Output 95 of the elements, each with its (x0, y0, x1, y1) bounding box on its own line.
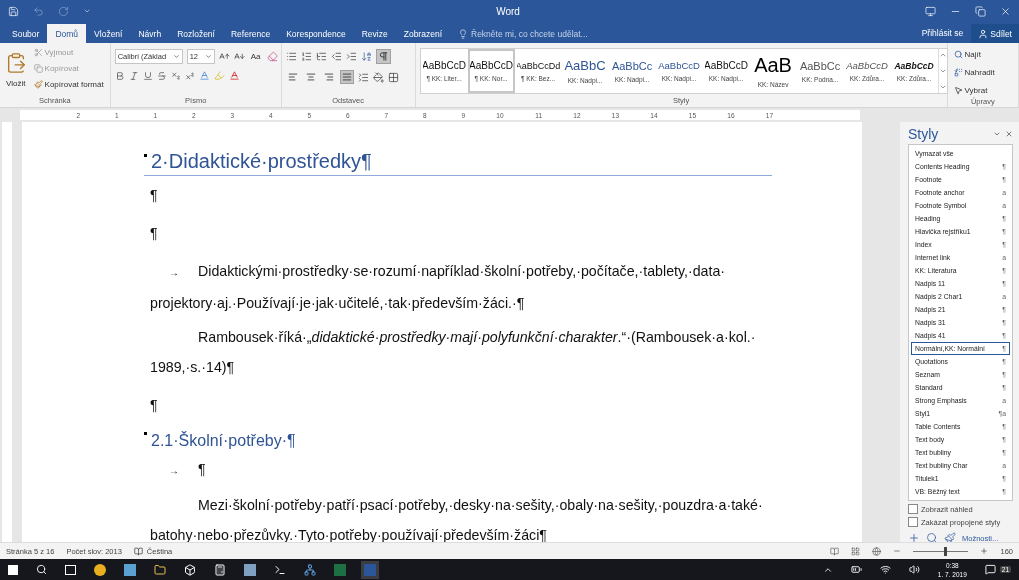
folder-icon[interactable] (154, 563, 166, 576)
checkbox[interactable] (908, 504, 918, 514)
paragraph: → ¶ (168, 460, 207, 479)
lightbulb-icon (458, 28, 468, 39)
pane-menu-icon[interactable] (993, 130, 1001, 138)
web-layout-icon[interactable] (872, 546, 882, 556)
paragraph-mark: ¶ (150, 225, 158, 241)
read-mode-icon[interactable] (830, 546, 840, 556)
ribbon-tab[interactable]: Návrh (130, 24, 170, 43)
numbering-icon[interactable] (300, 51, 312, 62)
checkbox[interactable] (908, 517, 918, 527)
keep-with-next-icon (144, 154, 147, 157)
underline-icon[interactable] (142, 70, 153, 81)
replace-button[interactable]: Nahradit (951, 66, 997, 79)
format-painter-button[interactable]: Kopírovat formát (31, 78, 106, 91)
ribbon-tab[interactable]: Soubor (4, 24, 48, 43)
paragraph-mark: ¶ (150, 397, 158, 413)
tell-me-field[interactable]: Řekněte mi, co chcete udělat... (471, 28, 588, 39)
battery-icon[interactable] (850, 564, 862, 575)
wifi-icon[interactable] (879, 564, 891, 575)
sort-icon[interactable] (360, 51, 372, 62)
zoom-thumb[interactable] (943, 546, 947, 556)
ribbon-tab[interactable]: Korespondence (278, 24, 354, 43)
ribbon-tab[interactable]: Reference (222, 24, 279, 43)
shrink-font-icon[interactable] (233, 51, 245, 62)
spreadsheet-icon[interactable] (334, 563, 346, 576)
superscript-icon[interactable] (184, 70, 195, 81)
select-button[interactable]: Vybrat (951, 84, 997, 97)
copy-icon (33, 64, 43, 73)
scroll-down-icon[interactable] (938, 67, 947, 75)
volume-icon[interactable] (908, 564, 920, 575)
paragraph: Rambousek·říká·„didaktické·prostředky·mají·polyfunkční·charakter.“·(Rambousek·a·kol.·1989,·s.·14)¶ (150, 329, 756, 375)
font-color-icon[interactable] (228, 70, 240, 81)
text-effects-icon[interactable] (198, 70, 210, 81)
search-icon[interactable] (36, 564, 47, 575)
start-icon[interactable] (8, 564, 18, 575)
italic-icon[interactable] (128, 70, 139, 81)
strikethrough-icon[interactable] (156, 70, 167, 81)
paste-button[interactable]: Vložit (4, 77, 28, 90)
person-icon (978, 28, 989, 39)
window-title: Word (495, 5, 521, 17)
ribbon-tab[interactable]: Zobrazení (395, 24, 450, 43)
paintbrush-icon (33, 80, 43, 89)
search-icon (953, 50, 963, 59)
shading-icon[interactable] (372, 71, 384, 83)
change-case-button[interactable]: Aa (248, 50, 263, 63)
line-spacing-icon[interactable] (357, 71, 369, 83)
print-layout-icon[interactable] (851, 546, 861, 556)
pointer-icon (953, 86, 963, 95)
bold-icon[interactable] (114, 70, 125, 81)
eraser-icon[interactable] (266, 51, 278, 62)
network-icon[interactable] (304, 563, 316, 576)
close-icon[interactable] (1000, 5, 1011, 17)
align-button[interactable] (339, 70, 354, 84)
scissors-icon (33, 48, 43, 57)
customize-icon[interactable] (83, 7, 91, 15)
new-style-icon[interactable] (908, 532, 920, 542)
ribbon-tab[interactable]: Vložení (86, 24, 131, 43)
paragraph-mark: ¶ (150, 187, 158, 203)
zoom-in-icon[interactable] (980, 547, 989, 555)
browser-icon[interactable] (94, 563, 106, 576)
proofing-icon (133, 546, 143, 556)
pane-title: Styly (908, 126, 939, 142)
ribbon-tab[interactable]: Domů (47, 24, 87, 43)
caret-icon (172, 53, 180, 60)
heading: 2·Didaktické·prostředky¶ (151, 150, 372, 173)
style-inspector-icon[interactable] (926, 532, 938, 542)
terminal-icon[interactable] (274, 563, 286, 576)
caret-icon (204, 53, 212, 60)
notifications-icon[interactable] (984, 564, 996, 575)
calculator-icon[interactable] (214, 563, 226, 576)
share-button[interactable]: Sdílet (971, 24, 1019, 43)
multilevel-list-icon[interactable] (315, 51, 327, 62)
show-marks-button[interactable] (375, 49, 391, 64)
decrease-indent-icon[interactable] (330, 51, 342, 62)
save-icon[interactable] (8, 5, 19, 17)
heading: 2.1·Školní·potřeby·¶ (151, 430, 296, 451)
app-icon[interactable] (244, 563, 256, 576)
ribbon-tab[interactable]: Rozložení (169, 24, 223, 43)
sign-in-link[interactable]: Přihlásit se (921, 27, 964, 38)
task-view-icon[interactable] (65, 564, 76, 575)
find-button[interactable]: Najít (951, 48, 997, 61)
increase-indent-icon[interactable] (345, 51, 357, 62)
restore-icon[interactable] (975, 5, 986, 17)
close-icon[interactable] (1005, 130, 1013, 138)
subscript-icon[interactable] (170, 70, 181, 81)
app-icon[interactable] (124, 563, 136, 576)
replace-icon (953, 68, 963, 77)
borders-icon[interactable] (387, 71, 399, 83)
bullets-icon[interactable] (285, 51, 297, 62)
grow-font-icon[interactable] (218, 51, 230, 62)
ribbon-tab[interactable]: Revize (353, 24, 396, 43)
ribbon-display-icon[interactable] (925, 5, 936, 17)
cube-icon[interactable] (184, 563, 196, 576)
keep-with-next-icon (144, 432, 147, 435)
